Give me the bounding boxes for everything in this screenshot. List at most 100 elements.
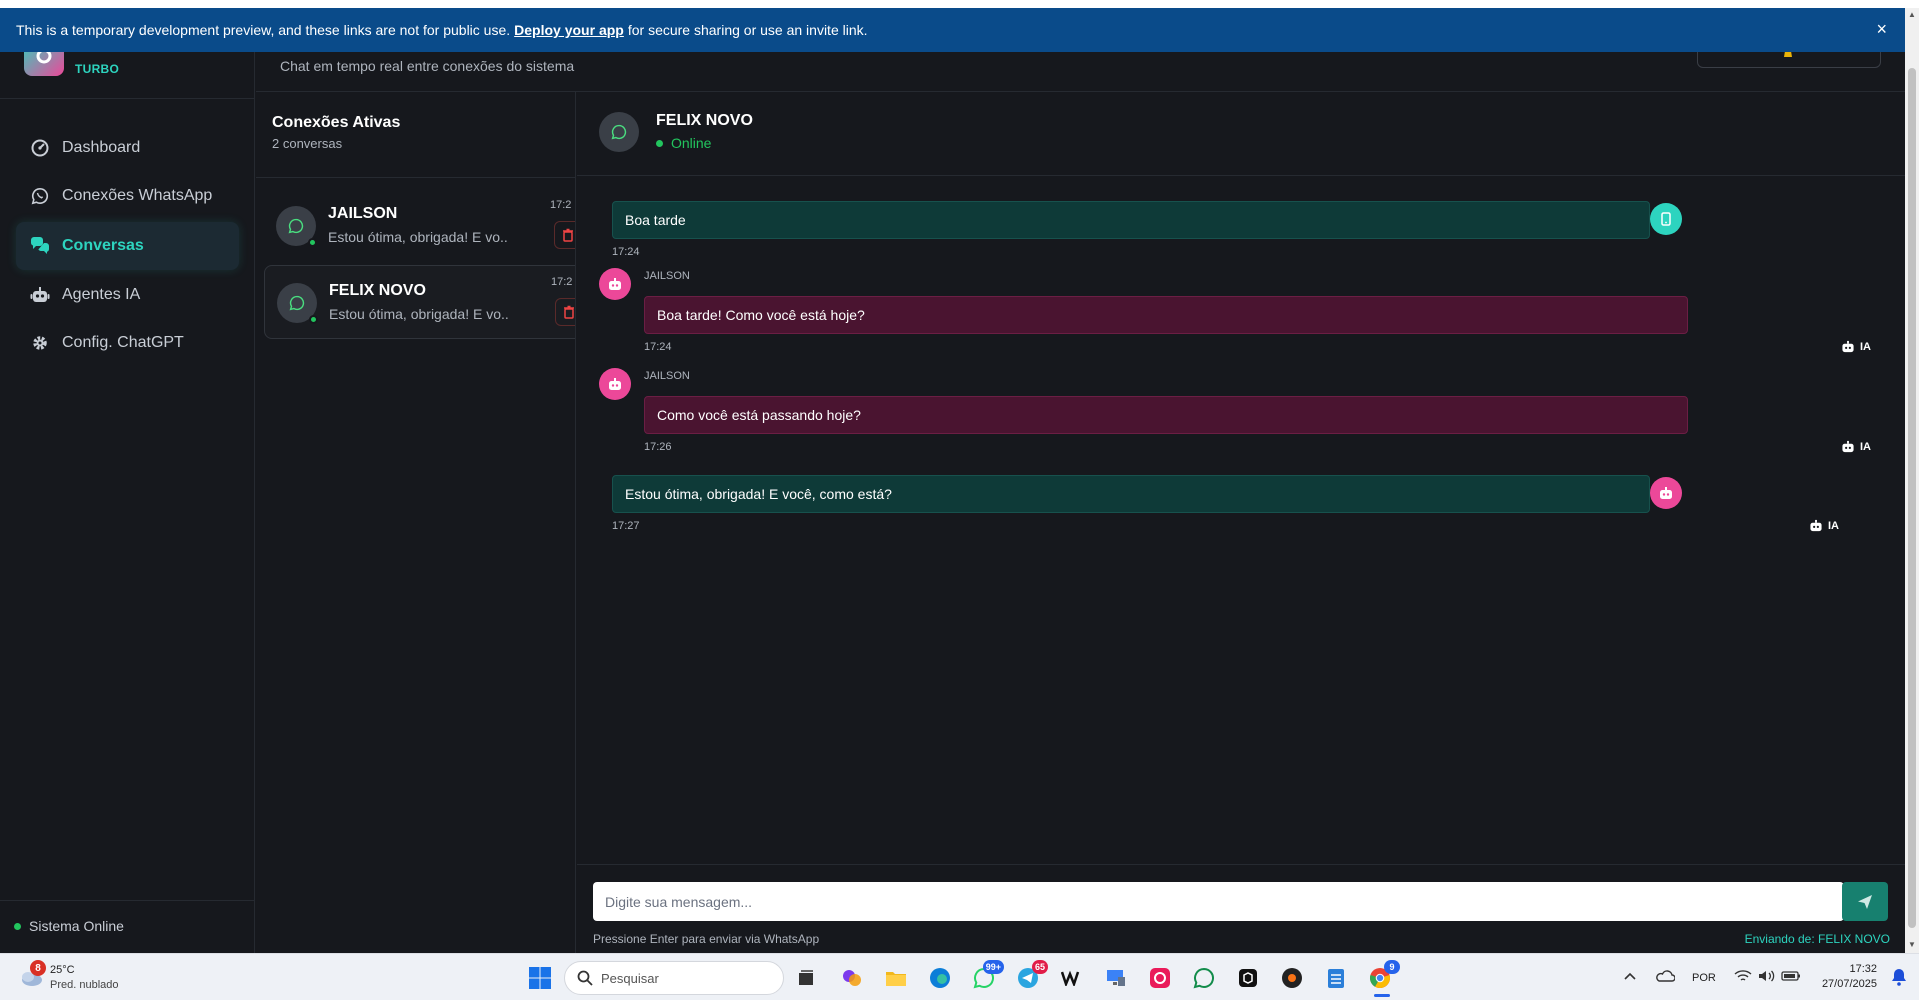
weather-description: Pred. nublado xyxy=(50,979,119,991)
taskbar-search[interactable]: Pesquisar xyxy=(564,961,784,995)
ia-badge: IA xyxy=(1808,519,1839,532)
search-placeholder: Pesquisar xyxy=(601,970,659,986)
robot-icon xyxy=(1810,519,1822,532)
nav-item-label: Config. ChatGPT xyxy=(62,334,184,351)
scroll-up-arrow[interactable]: ▲ xyxy=(1908,10,1916,19)
notepad-icon[interactable] xyxy=(1322,964,1350,992)
weather-widget[interactable]: 8 25°C Pred. nublado xyxy=(18,960,138,994)
onedrive-icon[interactable] xyxy=(1654,966,1676,986)
whatsapp-icon xyxy=(611,124,627,140)
ia-badge-label: IA xyxy=(1828,519,1839,532)
os-taskbar: 8 25°C Pred. nublado Pesquisar 99+ 65 9 … xyxy=(0,953,1919,1000)
dashboard-icon xyxy=(30,138,50,158)
wifi-icon[interactable] xyxy=(1732,966,1754,986)
notification-badge: 99+ xyxy=(982,960,1004,974)
clock-date: 27/07/2025 xyxy=(1821,978,1877,990)
nav-item-agentes[interactable]: Agentes IA xyxy=(16,271,239,319)
nav-item-label: Conexões WhatsApp xyxy=(62,187,213,204)
message-time: 17:26 xyxy=(644,441,672,453)
weather-temperature: 25°C xyxy=(50,964,75,976)
conversation-name: FELIX NOVO xyxy=(329,282,426,299)
notification-badge: 9 xyxy=(1384,960,1400,974)
robot-icon xyxy=(1842,340,1854,353)
send-button[interactable] xyxy=(1842,882,1888,921)
task-view-icon[interactable] xyxy=(792,964,820,992)
chrome-icon[interactable]: 9 xyxy=(1366,960,1400,992)
language-indicator[interactable]: POR xyxy=(1692,972,1716,984)
delete-conversation-button[interactable] xyxy=(555,298,575,326)
page-scrollbar[interactable]: ▲ ▼ xyxy=(1905,8,1919,953)
bot-avatar xyxy=(599,268,631,300)
brand-subtitle: TURBO xyxy=(75,62,120,76)
composer-hint: Pressione Enter para enviar via WhatsApp xyxy=(593,932,820,946)
ia-badge-label: IA xyxy=(1860,340,1871,353)
nav-item-config[interactable]: Config. ChatGPT xyxy=(16,319,239,367)
conversation-item-felix-novo[interactable]: FELIX NOVO Estou ótima, obrigada! E vo..… xyxy=(264,265,575,339)
nav-item-whatsapp[interactable]: Conexões WhatsApp xyxy=(16,172,239,220)
whatsapp-icon xyxy=(289,295,305,311)
page-subtitle: Chat em tempo real entre conexões do sis… xyxy=(280,58,575,74)
ia-badge: IA xyxy=(1840,440,1871,453)
whatsapp-icon xyxy=(30,186,50,206)
message-input[interactable] xyxy=(593,882,1844,921)
conversation-time: 17:2 xyxy=(550,199,572,211)
banner-text-after: for secure sharing or use an invite link… xyxy=(627,22,868,38)
start-button[interactable] xyxy=(526,964,554,992)
nav-item-label: Dashboard xyxy=(62,139,141,156)
bot-avatar xyxy=(599,368,631,400)
browser-top-strip xyxy=(0,0,1919,8)
scroll-thumb[interactable] xyxy=(1908,68,1916,928)
conversation-list-divider xyxy=(256,177,575,178)
system-clock[interactable]: 17:32 27/07/2025 xyxy=(1822,962,1877,992)
file-explorer-icon[interactable] xyxy=(882,964,910,992)
search-icon xyxy=(577,970,593,986)
dev-preview-banner: This is a temporary development preview,… xyxy=(0,8,1905,52)
conversation-item-jailson[interactable]: JAILSON Estou ótima, obrigada! E vo... 1… xyxy=(264,189,575,263)
remote-desktop-icon[interactable] xyxy=(1102,964,1130,992)
message-bubble-outgoing: Boa tarde xyxy=(612,201,1650,239)
phone-icon xyxy=(1661,212,1671,226)
volume-icon[interactable] xyxy=(1756,966,1778,986)
status-dot xyxy=(14,922,21,930)
user-avatar xyxy=(1650,203,1682,235)
message-time: 17:24 xyxy=(644,341,672,353)
app-w-icon[interactable] xyxy=(1058,964,1086,992)
nav-item-dashboard[interactable]: Dashboard xyxy=(16,124,239,172)
screen: TURBO Dashboard Conexões WhatsApp Conver… xyxy=(0,0,1919,1000)
edge-icon[interactable] xyxy=(926,964,954,992)
telegram-icon[interactable]: 65 xyxy=(1014,960,1048,992)
copilot-icon[interactable] xyxy=(838,964,866,992)
online-indicator xyxy=(308,238,317,247)
weather-alert-badge: 8 xyxy=(30,960,46,976)
whatsapp-business-icon[interactable] xyxy=(1190,964,1218,992)
whatsapp-taskbar-icon[interactable]: 99+ xyxy=(970,960,1004,992)
windows-icon xyxy=(529,967,551,989)
sidebar-footer-divider xyxy=(0,900,255,901)
robot-icon xyxy=(609,278,621,290)
system-status-label: Sistema Online xyxy=(29,918,124,934)
message-sender: JAILSON xyxy=(644,370,690,382)
show-hidden-icons-chevron[interactable] xyxy=(1620,966,1640,986)
sidebar-divider xyxy=(0,98,255,99)
delete-conversation-button[interactable] xyxy=(554,221,575,249)
system-status: Sistema Online xyxy=(14,918,124,934)
chat-panel: FELIX NOVO Online Boa tarde 17:24 JAILSO… xyxy=(577,92,1905,953)
notifications-bell-icon[interactable] xyxy=(1891,968,1909,986)
trash-icon xyxy=(563,228,573,242)
conversation-list-title: Conexões Ativas xyxy=(272,114,401,131)
creative-cloud-icon[interactable] xyxy=(1146,964,1174,992)
conversation-list-panel: Conexões Ativas 2 conversas JAILSON Esto… xyxy=(256,92,576,953)
conversation-time: 17:2 xyxy=(551,276,573,288)
deploy-app-link[interactable]: Deploy your app xyxy=(514,22,624,38)
online-indicator xyxy=(309,315,318,324)
conversation-preview: Estou ótima, obrigada! E vo... xyxy=(329,306,509,322)
scroll-down-arrow[interactable]: ▼ xyxy=(1908,940,1916,949)
app-box-icon[interactable] xyxy=(1234,964,1262,992)
app-hex-icon[interactable] xyxy=(1278,964,1306,992)
robot-icon xyxy=(30,285,50,305)
battery-icon[interactable] xyxy=(1780,966,1802,986)
banner-close-button[interactable]: × xyxy=(1876,20,1887,38)
nav-item-conversas[interactable]: Conversas xyxy=(16,222,239,270)
whatsapp-icon xyxy=(288,218,304,234)
chat-contact-name: FELIX NOVO xyxy=(656,112,753,129)
